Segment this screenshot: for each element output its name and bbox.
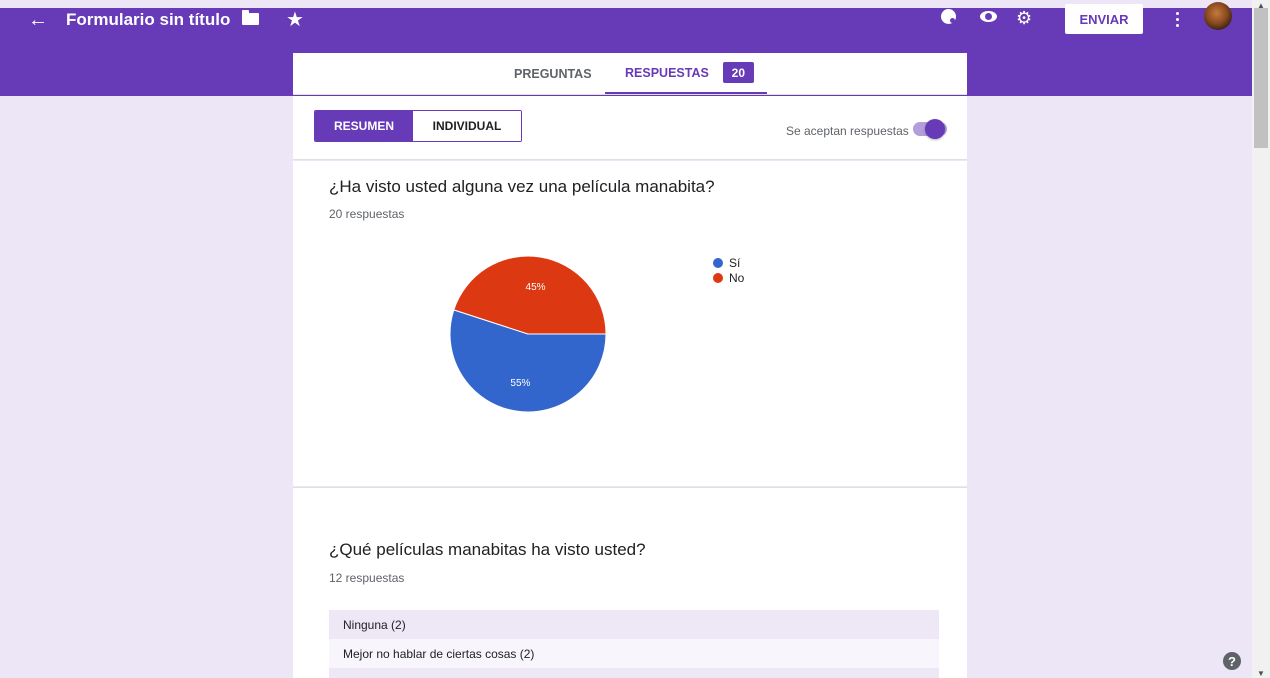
legend-label: No [729, 270, 745, 285]
palette-icon[interactable] [941, 9, 956, 24]
legend-label: Sí [729, 255, 741, 270]
response-count: 20 respuestas [329, 207, 405, 221]
tab-responses-label: RESPUESTAS [625, 65, 709, 80]
star-icon[interactable]: ★ [286, 8, 304, 31]
tabs-card: PREGUNTAS RESPUESTAS 20 [293, 53, 967, 95]
question-title: ¿Ha visto usted alguna vez una película … [329, 177, 715, 196]
response-count: 12 respuestas [329, 571, 405, 585]
answer-row [329, 668, 939, 678]
page-viewport: ← Formulario sin título ★ ⚙ ENVIAR PREGU… [0, 0, 1252, 678]
more-vert-icon[interactable] [1172, 8, 1182, 30]
eye-icon[interactable] [980, 11, 997, 22]
legend-item: Sí [713, 255, 744, 270]
legend-swatch [713, 272, 723, 283]
arrow-left-icon[interactable]: ← [28, 8, 48, 32]
gear-icon[interactable]: ⚙ [1016, 8, 1032, 28]
tab-responses[interactable]: RESPUESTAS 20 [605, 53, 767, 94]
pie-slice-label: 45% [526, 282, 546, 293]
question-title: ¿Qué películas manabitas ha visto usted? [329, 540, 646, 559]
tab-questions[interactable]: PREGUNTAS [514, 53, 592, 95]
help-icon[interactable]: ? [1223, 652, 1241, 670]
folder-icon[interactable] [242, 10, 259, 25]
avatar[interactable] [1204, 2, 1232, 30]
form-title[interactable]: Formulario sin título [66, 10, 230, 30]
answer-row: Ninguna (2) [329, 610, 939, 639]
question-card-1: ¿Ha visto usted alguna vez una película … [293, 161, 967, 486]
answers-list: Ninguna (2) Mejor no hablar de ciertas c… [329, 610, 939, 678]
summary-controls-card: RESUMEN INDIVIDUAL Se aceptan respuestas [293, 96, 967, 160]
answer-row: Mejor no hablar de ciertas cosas (2) [329, 639, 939, 668]
accepting-responses-label: Se aceptan respuestas [786, 124, 909, 138]
legend-swatch [713, 257, 723, 268]
responses-count-badge: 20 [722, 62, 754, 83]
chart-legend: Sí No [713, 255, 744, 285]
summary-button[interactable]: RESUMEN [315, 111, 413, 141]
scroll-down-arrow-icon[interactable]: ▼ [1252, 668, 1270, 678]
toggle-knob[interactable] [925, 119, 945, 139]
scrollbar-thumb[interactable] [1254, 8, 1268, 148]
question-card-2: ¿Qué películas manabitas ha visto usted?… [293, 487, 967, 678]
pie-slice-label: 55% [510, 378, 530, 389]
legend-item: No [713, 270, 744, 285]
send-button[interactable]: ENVIAR [1065, 4, 1143, 34]
individual-button[interactable]: INDIVIDUAL [413, 111, 521, 141]
view-toggle: RESUMEN INDIVIDUAL [314, 110, 522, 142]
pie-chart: 55% 45% [449, 255, 607, 413]
